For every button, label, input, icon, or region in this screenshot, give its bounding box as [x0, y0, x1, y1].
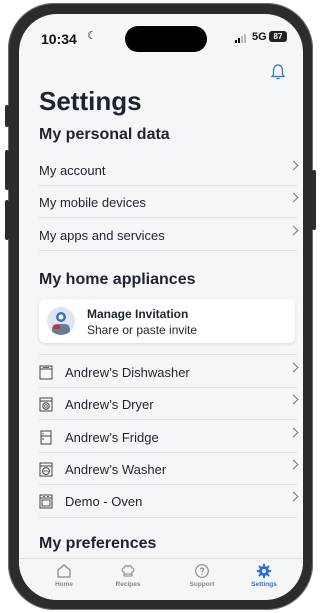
tab-support[interactable]: Support [175, 563, 229, 588]
volume-down-button [5, 200, 9, 240]
oven-icon [39, 494, 53, 508]
invitation-subtitle: Share or paste invite [87, 323, 198, 337]
row-label: Andrew’s Washer [65, 461, 167, 477]
chevron-right-icon [288, 192, 299, 203]
divider [39, 419, 297, 420]
section-preferences: My preferences [39, 535, 157, 552]
screen: 10:34 ☾ 5G 87 Settings My personal data … [19, 14, 303, 600]
row-my-account[interactable]: My account [39, 154, 299, 186]
chevron-right-icon [288, 160, 299, 171]
dryer-icon [39, 397, 53, 411]
tab-label: Support [189, 581, 215, 588]
focus-moon-icon: ☾ [87, 30, 97, 42]
row-appliance-dishwasher[interactable]: Andrew’s Dishwasher [39, 356, 299, 388]
chevron-right-icon [288, 394, 299, 405]
tab-label: Home [54, 581, 74, 588]
side-button [5, 105, 9, 127]
divider [39, 517, 297, 518]
power-button [312, 170, 316, 230]
row-label: Andrew’s Fridge [65, 429, 159, 445]
gear-icon [256, 563, 272, 579]
help-icon [195, 564, 209, 578]
network-type: 5G [252, 31, 267, 43]
invitation-title: Manage Invitation [87, 307, 189, 321]
row-label: Andrew’s Dryer [65, 396, 154, 412]
row-appliance-dryer[interactable]: Andrew’s Dryer [39, 388, 299, 420]
row-my-mobile-devices[interactable]: My mobile devices [39, 186, 299, 218]
chevron-right-icon [288, 491, 299, 502]
chef-hat-icon [121, 565, 135, 577]
row-appliance-fridge[interactable]: Andrew’s Fridge [39, 421, 299, 453]
tab-settings[interactable]: Settings [237, 563, 291, 588]
dynamic-island [125, 26, 207, 52]
page-title: Settings [39, 86, 142, 116]
divider [39, 354, 297, 355]
tab-bar: Home Recipes Support Settings [19, 558, 303, 600]
status-bar: 10:34 ☾ 5G 87 [19, 14, 303, 54]
section-home-appliances: My home appliances [39, 271, 196, 288]
chevron-right-icon [288, 459, 299, 470]
bell-icon[interactable] [270, 63, 286, 81]
section-personal-data: My personal data [39, 126, 170, 143]
row-label: My account [39, 162, 106, 178]
tab-home[interactable]: Home [37, 563, 91, 588]
tab-recipes[interactable]: Recipes [101, 563, 155, 588]
tab-label: Settings [251, 581, 277, 588]
status-time: 10:34 [41, 31, 77, 47]
battery-icon: 87 [269, 31, 287, 42]
chevron-right-icon [288, 427, 299, 438]
row-appliance-washer[interactable]: Andrew’s Washer [39, 453, 299, 485]
chevron-right-icon [288, 362, 299, 373]
invitation-avatar [47, 307, 75, 335]
dishwasher-icon [39, 365, 53, 379]
row-appliance-oven[interactable]: Demo - Oven [39, 485, 299, 517]
row-label: My apps and services [39, 227, 165, 243]
row-my-apps-and-services[interactable]: My apps and services [39, 219, 299, 251]
manage-invitation-card[interactable]: Manage Invitation Share or paste invite [39, 299, 295, 343]
divider [39, 250, 297, 251]
divider [39, 217, 297, 218]
row-label: Demo - Oven [65, 493, 143, 509]
washer-icon [39, 462, 53, 476]
signal-icon [235, 34, 246, 43]
chevron-right-icon [288, 225, 299, 236]
fridge-icon [40, 430, 52, 444]
volume-up-button [5, 150, 9, 190]
home-icon [57, 564, 71, 578]
row-label: Andrew’s Dishwasher [65, 364, 190, 380]
tab-label: Recipes [115, 581, 141, 588]
row-label: My mobile devices [39, 194, 146, 210]
